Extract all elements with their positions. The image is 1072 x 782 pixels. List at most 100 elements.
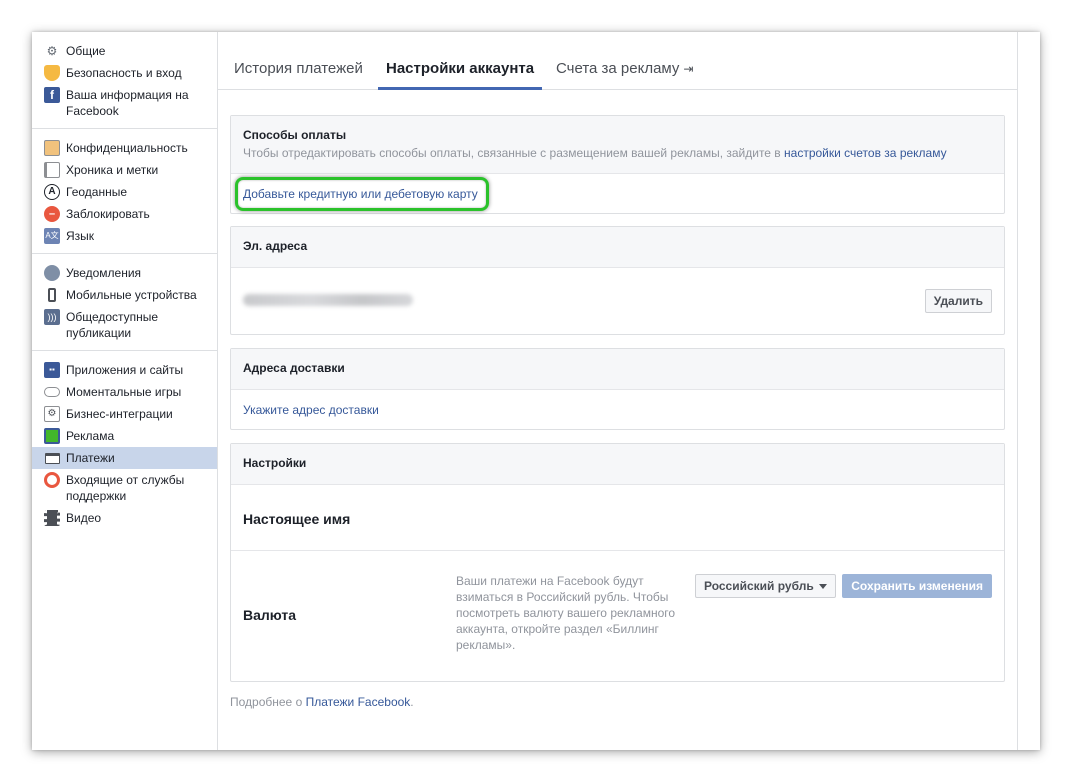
sidebar-item-business-integrations[interactable]: ⚙ Бизнес-интеграции (32, 403, 217, 425)
sidebar-item-label: Ваша информация на Facebook (66, 88, 189, 118)
sidebar-item-label: Хроника и метки (66, 163, 159, 177)
payments-main: История платежей Настройки аккаунта Счет… (218, 32, 1018, 750)
payment-methods-body: Добавьте кредитную или дебетовую карту (231, 174, 1004, 214)
sidebar-item-timeline[interactable]: Хроника и метки (32, 159, 217, 181)
sidebar-item-security[interactable]: Безопасность и вход (32, 62, 217, 84)
ads-icon (44, 428, 60, 444)
tab-payment-history[interactable]: История платежей (226, 56, 371, 90)
settings-sidebar: ⚙ Общие Безопасность и вход f Ваша инфор… (32, 32, 218, 750)
block-icon: – (44, 206, 60, 222)
shipping-title: Адреса доставки (243, 361, 345, 375)
language-icon: A文 (44, 228, 60, 244)
sidebar-item-label: Платежи (66, 451, 115, 465)
sidebar-item-language[interactable]: A文 Язык (32, 225, 217, 247)
tab-label: Настройки аккаунта (386, 60, 535, 77)
sidebar-item-label: Реклама (66, 429, 115, 443)
currency-note: Ваши платежи на Facebook будут взиматься… (456, 574, 676, 652)
facebook-payments-link[interactable]: Платежи Facebook (306, 695, 411, 709)
payments-tabs: История платежей Настройки аккаунта Счет… (218, 32, 1018, 90)
card-icon (44, 450, 60, 466)
add-shipping-address-link[interactable]: Укажите адрес доставки (243, 403, 379, 417)
sidebar-item-label: Заблокировать (66, 207, 150, 221)
film-icon (44, 510, 60, 526)
sidebar-item-label: Видео (66, 511, 102, 525)
sidebar-item-label: Моментальные игры (66, 385, 182, 399)
sidebar-item-label: Общедоступные публикации (66, 310, 159, 340)
settings-section: Настройки Настоящее имя Валюта Ваши плат… (230, 443, 1005, 682)
sidebar-item-label: Общие (66, 44, 106, 58)
shield-icon (44, 65, 60, 81)
lock-icon (44, 140, 60, 156)
payment-methods-desc: Чтобы отредактировать способы оплаты, св… (243, 146, 992, 160)
shipping-body: Укажите адрес доставки (231, 390, 1004, 430)
sidebar-group-notifications: Уведомления Мобильные устройства ))) Общ… (32, 254, 217, 351)
sidebar-item-location[interactable]: A Геоданные (32, 181, 217, 203)
footer-suffix: . (410, 695, 414, 709)
location-icon: A (44, 184, 60, 200)
sidebar-item-video[interactable]: Видео (32, 507, 217, 529)
sidebar-item-your-info[interactable]: f Ваша информация на Facebook (32, 84, 217, 122)
sidebar-item-notifications[interactable]: Уведомления (32, 262, 217, 284)
apps-icon: ▪▪ (44, 362, 60, 378)
shipping-header: Адреса доставки (231, 349, 1004, 390)
payment-methods-title: Способы оплаты (243, 128, 347, 142)
emails-body: Удалить (231, 268, 1004, 334)
business-icon: ⚙ (44, 406, 60, 422)
settings-window: ⚙ Общие Безопасность и вход f Ваша инфор… (32, 32, 1040, 750)
sidebar-item-privacy[interactable]: Конфиденциальность (32, 137, 217, 159)
currency-select-value: Российский рубль (704, 579, 814, 593)
sidebar-item-label: Входящие от службы поддержки (66, 473, 185, 503)
emails-section: Эл. адреса Удалить (230, 226, 1005, 335)
rss-icon: ))) (44, 309, 60, 325)
emails-title: Эл. адреса (243, 239, 308, 253)
real-name-label: Настоящее имя (243, 511, 351, 527)
sidebar-item-label: Уведомления (66, 266, 142, 280)
real-name-row[interactable]: Настоящее имя (231, 485, 1004, 551)
settings-header: Настройки (231, 444, 1004, 485)
external-link-icon: ⇥ (683, 62, 694, 76)
sidebar-item-support-inbox[interactable]: Входящие от службы поддержки (32, 469, 217, 507)
globe-icon (44, 265, 60, 281)
currency-label: Валюта (243, 607, 297, 623)
sidebar-item-label: Приложения и сайты (66, 363, 184, 377)
payment-methods-header: Способы оплаты Чтобы отредактировать спо… (231, 116, 1004, 174)
sidebar-item-label: Геоданные (66, 185, 128, 199)
sidebar-group-apps: ▪▪ Приложения и сайты Моментальные игры … (32, 351, 217, 535)
mobile-icon (44, 287, 60, 303)
sidebar-item-block[interactable]: – Заблокировать (32, 203, 217, 225)
payment-methods-section: Способы оплаты Чтобы отредактировать спо… (230, 115, 1005, 214)
sidebar-item-label: Бизнес-интеграции (66, 407, 173, 421)
sidebar-item-public-posts[interactable]: ))) Общедоступные публикации (32, 306, 217, 344)
highlight-outline (235, 177, 489, 211)
tab-ad-accounts[interactable]: Счета за рекламу ⇥ (548, 56, 701, 90)
tab-account-settings[interactable]: Настройки аккаунта (378, 56, 543, 90)
ad-billing-settings-link[interactable]: настройки счетов за рекламу (784, 146, 947, 160)
gears-icon: ⚙ (46, 44, 58, 58)
save-changes-button[interactable]: Сохранить изменения (842, 574, 992, 598)
currency-row: Валюта Ваши платежи на Facebook будут вз… (231, 551, 1004, 679)
sidebar-item-apps[interactable]: ▪▪ Приложения и сайты (32, 359, 217, 381)
settings-title: Настройки (243, 456, 307, 470)
sidebar-group-privacy: Конфиденциальность Хроника и метки A Гео… (32, 129, 217, 254)
timeline-icon (44, 162, 60, 178)
shipping-section: Адреса доставки Укажите адрес доставки (230, 348, 1005, 430)
sidebar-item-mobile[interactable]: Мобильные устройства (32, 284, 217, 306)
facebook-icon: f (44, 87, 60, 103)
payment-methods-desc-text: Чтобы отредактировать способы оплаты, св… (243, 146, 781, 160)
currency-select[interactable]: Российский рубль (695, 574, 836, 598)
delete-email-button[interactable]: Удалить (924, 289, 992, 313)
sidebar-item-label: Конфиденциальность (66, 141, 188, 155)
sidebar-item-ads[interactable]: Реклама (32, 425, 217, 447)
sidebar-item-instant-games[interactable]: Моментальные игры (32, 381, 217, 403)
sidebar-item-payments[interactable]: Платежи (32, 447, 217, 469)
gamepad-icon (44, 387, 60, 397)
emails-header: Эл. адреса (231, 227, 1004, 268)
sidebar-group-general: ⚙ Общие Безопасность и вход f Ваша инфор… (32, 32, 217, 129)
payments-footer: Подробнее о Платежи Facebook. (230, 695, 414, 709)
footer-prefix: Подробнее о (230, 695, 303, 709)
sidebar-item-label: Безопасность и вход (66, 66, 182, 80)
sidebar-item-label: Язык (66, 229, 95, 243)
sidebar-item-general[interactable]: ⚙ Общие (32, 40, 217, 62)
lifebuoy-icon (44, 472, 60, 488)
blurred-email (243, 294, 413, 306)
